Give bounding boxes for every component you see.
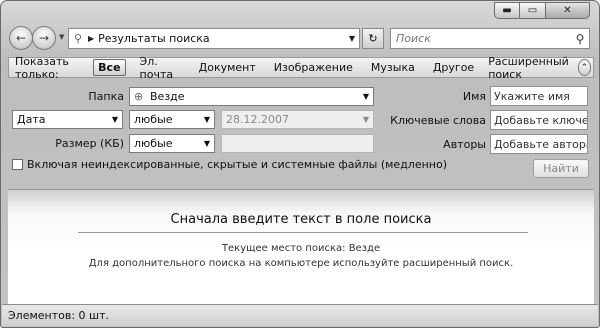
find-button[interactable]: Найти <box>533 159 589 178</box>
caption-buttons: ▬ ▭ ✕ <box>494 2 590 19</box>
size-label: Размер (КБ) <box>55 137 124 150</box>
maximize-button[interactable]: ▭ <box>520 2 546 19</box>
search-box[interactable]: ⚲ <box>390 28 590 49</box>
search-folder-icon: ⚲ <box>73 32 83 45</box>
keywords-field[interactable] <box>490 110 588 130</box>
filter-tab-image[interactable]: Изображение <box>270 60 357 75</box>
back-button[interactable]: ← <box>9 26 33 50</box>
address-path[interactable]: Результаты поиска <box>98 32 345 45</box>
name-field[interactable] <box>490 86 588 106</box>
date-qualifier-select[interactable]: любые ▼ <box>129 110 215 129</box>
include-nonindexed-checkbox[interactable]: Включая неиндексированные, скрытые и сис… <box>12 158 447 171</box>
minimize-button[interactable]: ▬ <box>494 2 520 19</box>
item-count: Элементов: 0 шт. <box>8 309 110 322</box>
checkbox-box[interactable] <box>12 159 23 170</box>
empty-search-message: Сначала введите текст в поле поиска <box>170 212 432 227</box>
explorer-window: ▬ ▭ ✕ ← → ▼ ⚲ ▶ Результаты поиска ▼ ↻ ⚲ … <box>0 0 600 328</box>
recent-pages-dropdown[interactable]: ▼ <box>59 33 64 41</box>
size-qualifier-value: любые <box>134 137 173 150</box>
advanced-search-panel: Папка ⊕ Везде ▼ Дата ▼ любые ▼ 28.12.200… <box>8 81 594 185</box>
date-qualifier-value: любые <box>134 113 173 126</box>
chevron-down-icon: ▼ <box>203 115 211 124</box>
collapse-advanced-button[interactable]: ⌃ <box>577 59 591 76</box>
current-location-text: Текущее место поиска: Везде <box>221 243 381 254</box>
chevron-down-icon: ▼ <box>362 92 370 101</box>
authors-field[interactable] <box>490 134 588 154</box>
filter-tab-all[interactable]: Все <box>93 59 126 76</box>
chevron-down-icon: ▼ <box>59 33 65 41</box>
date-field-value: Дата <box>17 113 46 126</box>
filter-tab-email[interactable]: Эл. почта <box>136 54 185 82</box>
advanced-search-hint: Для дополнительного поиска на компьютере… <box>88 258 514 269</box>
results-area: Сначала введите текст в поле поиска Теку… <box>8 189 594 304</box>
refresh-icon: ↻ <box>368 32 378 45</box>
status-bar: Элементов: 0 шт. <box>2 304 598 326</box>
search-input[interactable] <box>396 32 571 45</box>
location-value: Везде <box>150 90 185 103</box>
show-only-filter-bar: Показать только: Все Эл. почта Документ … <box>8 54 594 81</box>
advanced-search-link[interactable]: Расширенный поиск <box>488 55 576 81</box>
filter-tab-document[interactable]: Документ <box>195 60 260 75</box>
chevron-down-icon: ▼ <box>111 115 119 124</box>
chevron-up-icon: ⌃ <box>580 62 589 73</box>
name-label: Имя <box>462 90 486 103</box>
location-select[interactable]: ⊕ Везде ▼ <box>129 87 374 106</box>
chevron-down-icon: ▼ <box>362 115 370 124</box>
search-icon[interactable]: ⚲ <box>571 32 589 46</box>
show-only-label: Показать только: <box>15 54 69 81</box>
address-dropdown-icon[interactable]: ▼ <box>345 34 359 43</box>
minimize-icon: ▬ <box>502 5 512 16</box>
address-bar[interactable]: ⚲ ▶ Результаты поиска ▼ <box>68 28 360 49</box>
size-input[interactable] <box>221 134 374 153</box>
filter-tab-music[interactable]: Музыка <box>367 60 419 75</box>
location-label: Папка <box>88 90 124 103</box>
forward-button[interactable]: → <box>32 26 56 50</box>
size-qualifier-select[interactable]: любые ▼ <box>129 134 215 153</box>
back-arrow-icon: ← <box>15 31 27 45</box>
message-divider <box>78 232 528 233</box>
close-icon: ✕ <box>563 5 572 16</box>
forward-arrow-icon: → <box>38 31 50 45</box>
date-value: 28.12.2007 <box>226 113 289 126</box>
date-field-select[interactable]: Дата ▼ <box>12 110 123 129</box>
authors-label: Авторы <box>443 138 486 151</box>
filter-tab-other[interactable]: Другое <box>429 60 478 75</box>
refresh-button[interactable]: ↻ <box>362 28 384 49</box>
date-picker[interactable]: 28.12.2007 ▼ <box>221 110 374 129</box>
close-button[interactable]: ✕ <box>546 2 590 19</box>
maximize-icon: ▭ <box>527 5 538 16</box>
include-nonindexed-label[interactable]: Включая неиндексированные, скрытые и сис… <box>27 158 447 171</box>
keywords-label: Ключевые слова <box>390 114 486 127</box>
chevron-down-icon: ▼ <box>203 139 211 148</box>
location-icon: ⊕ <box>134 90 144 103</box>
breadcrumb-separator-icon[interactable]: ▶ <box>88 34 94 43</box>
